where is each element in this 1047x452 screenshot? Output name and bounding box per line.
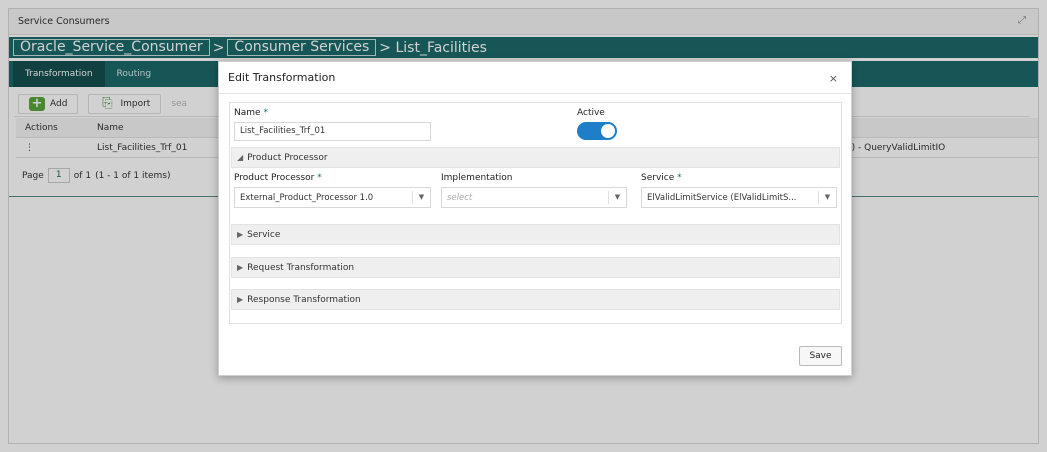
service-select[interactable]: ElValidLimitService (ElValidLimitS... ▼ <box>641 187 837 208</box>
implementation-placeholder: select <box>447 192 473 203</box>
name-field[interactable]: List_Facilities_Trf_01 <box>234 122 431 141</box>
active-label: Active <box>577 108 605 118</box>
dialog-header: Edit Transformation <box>219 62 851 94</box>
section-product-processor[interactable]: ◢ Product Processor <box>231 147 840 168</box>
dialog-body: Name * List_Facilities_Trf_01 Active ◢ P… <box>229 102 842 324</box>
service-label: Service * <box>641 173 682 183</box>
expand-triangle-icon: ▶ <box>237 263 244 272</box>
product-processor-label: Product Processor * <box>234 173 322 183</box>
expand-triangle-icon: ▶ <box>237 230 244 239</box>
edit-transformation-dialog: Edit Transformation × Name * List_Facili… <box>218 61 852 376</box>
name-label: Name * <box>234 108 268 118</box>
implementation-select[interactable]: select ▼ <box>441 187 627 208</box>
close-icon[interactable]: × <box>829 72 838 85</box>
section-request-transformation[interactable]: ▶ Request Transformation <box>231 257 840 278</box>
section-service-label: Service <box>247 229 281 240</box>
active-toggle[interactable] <box>577 122 617 140</box>
product-processor-value: External_Product_Processor 1.0 <box>240 192 374 203</box>
product-processor-select[interactable]: External_Product_Processor 1.0 ▼ <box>234 187 431 208</box>
section-request-transformation-label: Request Transformation <box>247 262 355 273</box>
chevron-down-icon: ▼ <box>608 191 626 204</box>
expand-triangle-icon: ▶ <box>237 295 244 304</box>
save-button[interactable]: Save <box>799 346 842 366</box>
toggle-knob <box>601 124 615 138</box>
section-response-transformation[interactable]: ▶ Response Transformation <box>231 289 840 310</box>
chevron-down-icon: ▼ <box>412 191 430 204</box>
section-response-transformation-label: Response Transformation <box>247 294 361 305</box>
dialog-title: Edit Transformation <box>228 71 336 84</box>
service-value: ElValidLimitService (ElValidLimitS... <box>647 192 797 203</box>
section-service[interactable]: ▶ Service <box>231 224 840 245</box>
collapse-triangle-icon: ◢ <box>237 153 244 162</box>
section-product-processor-label: Product Processor <box>247 152 328 163</box>
chevron-down-icon: ▼ <box>818 191 836 204</box>
implementation-label: Implementation <box>441 173 513 183</box>
